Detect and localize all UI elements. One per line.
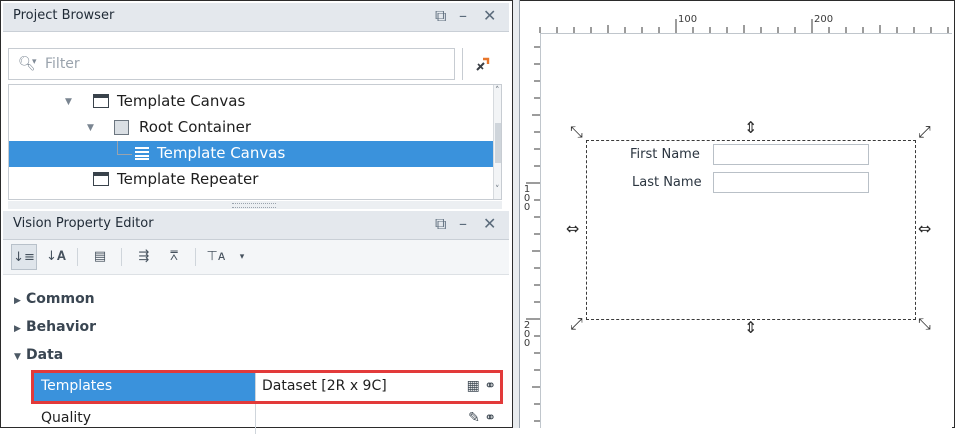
project-tree[interactable]: ▼ Template Canvas ▼ Root Container Templ… (8, 84, 502, 200)
template-canvas-icon (93, 94, 109, 108)
property-name: Quality (31, 404, 255, 434)
property-row-quality[interactable]: Quality ✎ ⚭ (31, 404, 502, 434)
property-value-field[interactable]: ✎ ⚭ (255, 404, 502, 434)
ruler-label: 200 (814, 14, 834, 25)
float-window-icon[interactable]: ⧉ (435, 214, 446, 234)
ruler-label: 100 (523, 184, 531, 213)
group-label: Common (26, 291, 95, 307)
resize-handle-w-icon[interactable]: ⇔ (566, 221, 579, 237)
minimize-icon[interactable]: – (459, 214, 467, 234)
last-name-field[interactable] (713, 172, 869, 193)
tree-item-label: Template Canvas (117, 92, 246, 110)
group-label: Behavior (26, 319, 97, 335)
close-icon[interactable]: ✕ (483, 214, 496, 234)
horizontal-ruler: 100 200 (520, 3, 952, 34)
resize-handle-nw-icon[interactable]: ⤡ (570, 124, 583, 140)
group-label: Data (26, 347, 64, 363)
search-input[interactable]: Filter (45, 56, 80, 72)
resize-handle-ne-icon[interactable]: ⤢ (918, 124, 931, 140)
property-actions: ✎ ⚭ (468, 410, 496, 426)
toolbar-separator (77, 248, 78, 266)
tree-item-template-canvas[interactable]: ▼ Template Canvas (9, 89, 493, 115)
close-icon[interactable]: ✕ (483, 6, 496, 26)
highlight-box (31, 370, 503, 404)
chevron-down-icon[interactable]: ▾ (32, 57, 37, 67)
ruler-ticks (526, 46, 540, 422)
expand-caret-icon[interactable]: ▼ (87, 123, 94, 133)
project-browser-header: Project Browser ⧉ – ✕ (3, 3, 509, 32)
tree-item-label: Template Canvas (157, 144, 286, 162)
template-canvas-icon (93, 172, 109, 186)
resize-handle-s-icon[interactable]: ⇕ (744, 320, 757, 336)
selected-component-bounds[interactable] (586, 140, 916, 320)
group-behavior[interactable]: ▶ Behavior (14, 319, 96, 335)
search-link-icon (476, 57, 490, 71)
tree-connector (117, 141, 132, 155)
binding-link-icon[interactable]: ⚭ (484, 410, 496, 426)
link-search-button[interactable] (462, 48, 503, 80)
sort-alphabetical-icon[interactable]: ↓𝐀 (43, 244, 69, 270)
property-editor-title: Vision Property Editor (13, 216, 154, 231)
tree-item-template-canvas-selected[interactable]: Template Canvas (9, 141, 493, 167)
toolbar-separator (195, 248, 196, 266)
expand-all-icon[interactable]: ⇶ (131, 244, 157, 270)
ruler-ticks (539, 19, 949, 33)
resize-handle-e-icon[interactable]: ⇔ (918, 221, 931, 237)
resize-handle-sw-icon[interactable]: ⤢ (570, 316, 583, 332)
search-filter-field[interactable]: 🔍︎ ▾ Filter (8, 48, 455, 80)
collapsed-caret-icon[interactable]: ▶ (14, 296, 26, 306)
scroll-up-icon[interactable]: ˄ (495, 86, 500, 96)
collapse-all-icon[interactable]: ⩞ (161, 244, 187, 270)
scroll-thumb[interactable] (495, 123, 501, 163)
minimize-icon[interactable]: – (459, 6, 467, 26)
first-name-field[interactable] (713, 144, 869, 165)
tree-item-template-repeater[interactable]: Template Repeater (9, 167, 493, 193)
last-name-label: Last Name (632, 175, 702, 190)
resize-handle-n-icon[interactable]: ⇕ (744, 120, 757, 136)
edit-pencil-icon[interactable]: ✎ (468, 410, 480, 426)
collapsed-caret-icon[interactable]: ▶ (14, 324, 26, 334)
ruler-label: 200 (523, 320, 531, 349)
scroll-down-icon[interactable]: ˅ (495, 185, 500, 195)
filter-icon[interactable]: ⊤ᴀ (203, 244, 229, 270)
tree-item-label: Root Container (139, 118, 252, 136)
expanded-caret-icon[interactable]: ▼ (14, 352, 26, 362)
group-common[interactable]: ▶ Common (14, 291, 95, 307)
ruler-label: 100 (678, 14, 698, 25)
float-window-icon[interactable]: ⧉ (435, 6, 446, 26)
project-browser-title: Project Browser (13, 8, 115, 23)
vertical-ruler: 100 200 (520, 33, 541, 428)
sort-category-icon[interactable]: ↓≡ (11, 244, 37, 270)
tree-scrollbar[interactable]: ˄ ˅ (493, 85, 501, 199)
property-view-icon[interactable]: ▤ (87, 244, 113, 270)
template-canvas-list-icon (135, 147, 149, 160)
tree-item-root-container[interactable]: ▼ Root Container (9, 115, 493, 141)
resize-handle-se-icon[interactable]: ⤡ (918, 316, 931, 332)
root-container-icon (114, 120, 129, 135)
group-data[interactable]: ▼ Data (14, 347, 63, 363)
toolbar-separator (121, 248, 122, 266)
panel-splitter[interactable] (8, 201, 502, 209)
expand-caret-icon[interactable]: ▼ (65, 97, 72, 107)
chevron-down-icon[interactable]: ▾ (229, 244, 255, 270)
splitter-grip-icon (232, 203, 276, 208)
first-name-label: First Name (630, 147, 700, 162)
tree-item-label: Template Repeater (117, 170, 259, 188)
property-editor-header: Vision Property Editor ⧉ – ✕ (3, 211, 509, 240)
property-toolbar: ↓≡ ↓𝐀 ▤ ⇶ ⩞ ⊤ᴀ ▾ (3, 240, 509, 275)
property-name-label: Quality (41, 410, 92, 426)
